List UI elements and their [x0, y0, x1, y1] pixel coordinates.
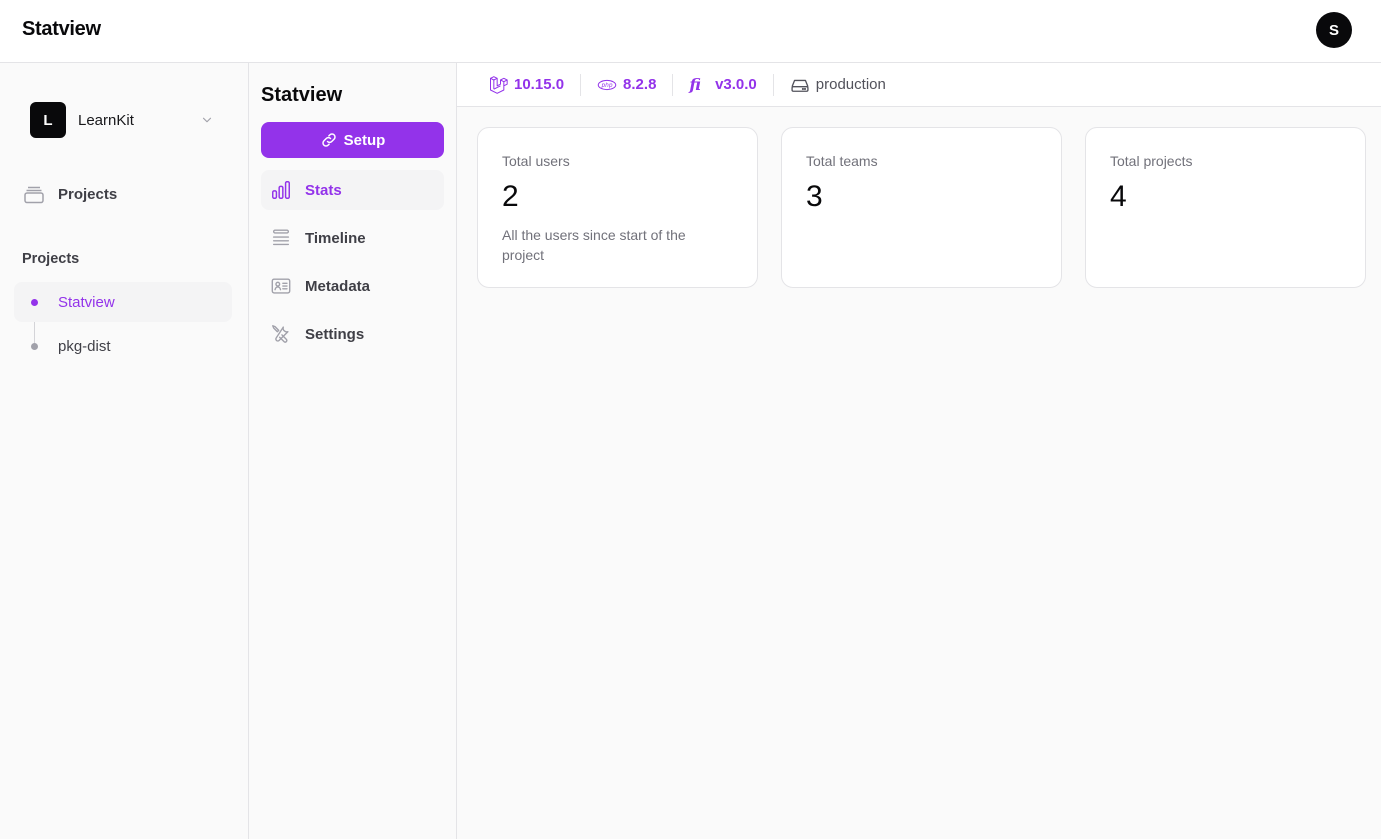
app-brand[interactable]: Statview	[22, 18, 101, 41]
subnav-item-stats[interactable]: Stats	[261, 170, 444, 210]
laravel-icon	[490, 75, 508, 94]
link-icon	[321, 133, 336, 147]
sidebar-item-label: Projects	[58, 185, 118, 203]
divider	[772, 73, 774, 96]
stat-label: Total projects	[1110, 153, 1193, 169]
subnav-item-label: Timeline	[305, 229, 366, 247]
server-icon	[791, 79, 809, 92]
archive-icon	[24, 186, 44, 204]
stat-label: Total teams	[806, 153, 878, 169]
project-subnav: Statview Setup Stats Timeline Metadata S…	[249, 63, 457, 839]
id-card-icon	[271, 278, 291, 294]
stat-card-projects: Total projects 4	[1085, 127, 1366, 288]
subnav-item-settings[interactable]: Settings	[261, 314, 444, 354]
subnav-item-timeline[interactable]: Timeline	[261, 218, 444, 258]
setup-button-label: Setup	[343, 131, 386, 149]
svg-text:php: php	[601, 83, 613, 89]
php-version-text: 8.2.8	[623, 76, 657, 93]
filament-version-text: v3.0.0	[715, 76, 757, 93]
project-title: Statview	[261, 84, 343, 106]
project-name: pkg-dist	[58, 337, 111, 355]
environment-text: production	[815, 76, 886, 93]
subnav-item-label: Metadata	[305, 277, 371, 295]
php-icon: php	[597, 79, 617, 90]
dot-icon	[31, 343, 38, 350]
top-bar: Statview S	[0, 0, 1381, 63]
divider	[672, 73, 674, 96]
stat-value: 2	[502, 180, 519, 213]
filament-version: fi v3.0.0	[689, 74, 756, 96]
team-switcher[interactable]: L LearnKit	[30, 102, 220, 138]
active-dot-icon	[31, 299, 38, 306]
stat-card-users: Total users 2 All the users since start …	[477, 127, 758, 288]
chevron-down-icon	[202, 117, 212, 123]
divider	[580, 73, 582, 96]
php-version: php 8.2.8	[597, 74, 656, 96]
subnav-list: Stats Timeline Metadata Settings	[261, 170, 444, 362]
stat-value: 4	[1110, 180, 1127, 213]
sidebar: L LearnKit Projects Projects Statview pk…	[0, 63, 249, 839]
stat-label: Total users	[502, 153, 570, 169]
sidebar-item-projects[interactable]: Projects	[22, 182, 232, 206]
laravel-version: 10.15.0	[488, 74, 564, 96]
stats-cards: Total users 2 All the users since start …	[477, 127, 1366, 288]
stat-description: All the users since start of the project	[502, 227, 686, 263]
subnav-item-label: Stats	[305, 181, 342, 199]
subnav-item-metadata[interactable]: Metadata	[261, 266, 444, 306]
laravel-version-text: 10.15.0	[514, 76, 565, 93]
projects-section-label: Projects	[22, 251, 80, 267]
stat-card-teams: Total teams 3	[781, 127, 1062, 288]
project-item-pkg-dist[interactable]: pkg-dist	[14, 326, 232, 366]
list-lines-icon	[272, 229, 290, 246]
project-item-statview[interactable]: Statview	[14, 282, 232, 322]
subnav-item-label: Settings	[305, 325, 365, 343]
team-name: LearnKit	[78, 111, 134, 129]
setup-button[interactable]: Setup	[261, 122, 444, 158]
user-avatar[interactable]: S	[1316, 12, 1352, 48]
filament-icon: fi	[689, 75, 702, 94]
environment: production	[790, 74, 886, 96]
wrench-screwdriver-icon	[272, 325, 289, 343]
project-name: Statview	[58, 293, 115, 311]
stat-value: 3	[806, 180, 823, 213]
team-logo: L	[30, 102, 66, 138]
version-bar: 10.15.0 php 8.2.8 fi v3.0.0 production	[457, 63, 1381, 107]
bar-chart-icon	[272, 181, 290, 199]
project-list: Statview pkg-dist	[14, 282, 232, 370]
